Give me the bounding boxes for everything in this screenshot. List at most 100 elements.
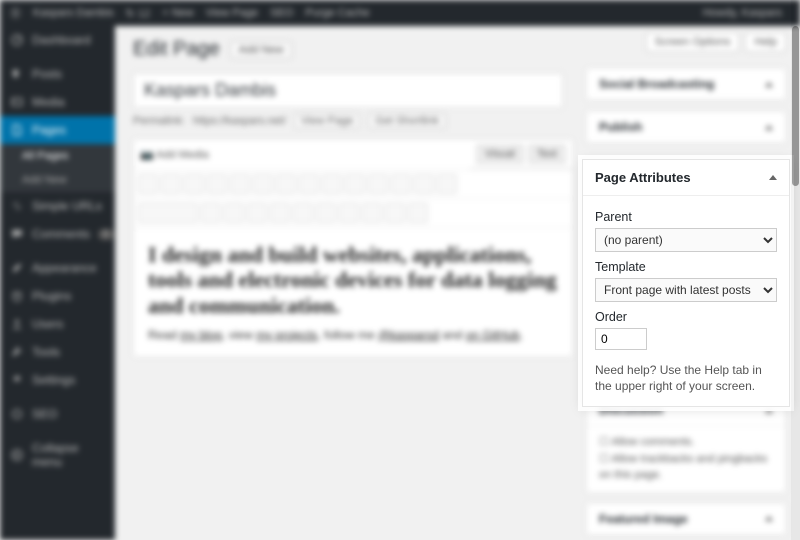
settings-icon [10,373,24,387]
toolbar-button[interactable] [207,174,227,194]
submenu-all-pages[interactable]: All Pages [0,144,115,168]
toolbar-button[interactable] [224,203,244,223]
sidebar-item-seo[interactable]: SEO [0,400,115,428]
tab-text[interactable]: Text [528,144,566,164]
purge-cache[interactable]: Purge Cache [305,7,369,19]
toolbar-button[interactable] [253,174,273,194]
allow-pingbacks-row[interactable]: ☐ Allow trackbacks and pingbacks on this… [599,451,773,484]
dashboard-icon [10,33,24,47]
order-input[interactable] [595,328,647,350]
sidebar-item-comments[interactable]: Comments 0 [0,220,115,248]
toolbar-button[interactable] [368,174,388,194]
sidebar-item-collapse[interactable]: Collapse menu [0,434,115,476]
sidebar-item-media[interactable]: Media [0,88,115,116]
parent-select[interactable]: (no parent) [595,228,777,252]
sidebar-item-appearance[interactable]: Appearance [0,254,115,282]
link-icon [10,199,24,213]
toolbar-button[interactable] [201,203,221,223]
comments-badge: 0 [98,229,114,240]
collapse-icon [10,448,24,462]
template-label: Template [595,260,777,274]
editor: 📷 Add Media Visual Text I design and bui… [133,139,573,357]
scrollbar[interactable] [791,0,800,540]
admin-sidebar: Dashboard Posts Media Pages All Pages Ad… [0,26,115,540]
sidebar-item-settings[interactable]: Settings [0,366,115,394]
site-name[interactable]: Kaspars Dambis [33,7,114,19]
sidebar-item-tools[interactable]: Tools [0,338,115,366]
toolbar-button[interactable] [339,203,359,223]
allow-comments-row[interactable]: ☐ Allow comments. [599,434,773,451]
tab-visual[interactable]: Visual [476,144,524,164]
permalink-label: Permalink: [133,115,185,127]
add-media-button[interactable]: 📷 Add Media [134,144,215,165]
toolbar-button[interactable] [230,174,250,194]
toolbar-button[interactable] [184,174,204,194]
new-content[interactable]: + New [162,7,194,19]
toolbar-button[interactable] [276,174,296,194]
howdy[interactable]: Howdy, Kaspars [703,7,790,19]
media-icon [10,95,24,109]
screen-options-tab[interactable]: Screen Options [646,32,740,52]
toolbar-button[interactable] [408,203,428,223]
sidebar-label: Simple URLs [32,199,102,213]
metabox-page-attributes: Page Attributes Parent (no parent) Templ… [582,159,790,407]
editor-toolbar-2 [134,199,572,228]
post-title-input[interactable] [133,73,563,108]
toolbar-button[interactable] [270,203,290,223]
sidebar-item-posts[interactable]: Posts [0,60,115,88]
toolbar-button[interactable] [299,174,319,194]
toolbar-button[interactable] [437,174,457,194]
page-title-text: Edit Page [133,38,220,61]
editor-body[interactable]: I design and build websites, application… [134,228,572,356]
sidebar-label: Dashboard [32,33,91,47]
sidebar-label: Collapse menu [32,441,105,469]
updates-count[interactable]: ↻ 12 [126,7,151,20]
toggle-icon[interactable] [769,175,777,180]
format-select[interactable] [138,203,198,223]
sidebar-item-plugins[interactable]: Plugins [0,282,115,310]
toolbar-button[interactable] [247,203,267,223]
submenu-add-new[interactable]: Add New [0,168,115,192]
toggle-icon[interactable] [765,82,773,87]
scrollbar-thumb[interactable] [792,26,799,186]
toolbar-button[interactable] [345,174,365,194]
sidebar-item-dashboard[interactable]: Dashboard [0,26,115,54]
toolbar-button[interactable] [414,174,434,194]
toolbar-button[interactable] [316,203,336,223]
metabox-title: Featured Image [599,512,688,526]
toolbar-button[interactable] [322,174,342,194]
user-icon [10,317,24,331]
permalink-url: https://kaspars.net/ [193,115,286,127]
toolbar-button[interactable] [362,203,382,223]
parent-label: Parent [595,210,777,224]
toolbar-button[interactable] [385,203,405,223]
page-icon [10,123,24,137]
admin-bar: ⓪ Kaspars Dambis ↻ 12 + New View Page SE… [0,0,800,26]
help-tab[interactable]: Help [745,32,786,52]
view-page-button[interactable]: View Page [294,113,360,129]
add-new-button[interactable]: Add New [230,41,293,59]
toggle-icon[interactable] [765,408,773,413]
toolbar-button[interactable] [138,174,158,194]
wp-logo[interactable]: ⓪ [10,5,21,21]
sidebar-label: Users [32,317,63,331]
help-text: Need help? Use the Help tab in the upper… [595,362,777,394]
sidebar-item-users[interactable]: Users [0,310,115,338]
sidebar-label: Comments [32,227,90,241]
template-select[interactable]: Front page with latest posts [595,278,777,302]
toggle-icon[interactable] [765,516,773,521]
toolbar-button[interactable] [161,174,181,194]
metabox-publish: Publish [586,111,786,144]
toolbar-button[interactable] [293,203,313,223]
seo-menu[interactable]: SEO [270,7,293,19]
get-shortlink-button[interactable]: Get Shortlink [368,113,446,129]
sidebar-item-simple-urls[interactable]: Simple URLs [0,192,115,220]
sidebar-item-pages[interactable]: Pages [0,116,115,144]
sidebar-label: Pages [32,123,66,137]
metabox-discussion: Discussion ☐ Allow comments. ☐ Allow tra… [586,394,786,493]
view-page[interactable]: View Page [206,7,258,19]
sidebar-label: Settings [32,373,75,387]
toolbar-button[interactable] [391,174,411,194]
sidebar-label: Posts [32,67,62,81]
toggle-icon[interactable] [765,125,773,130]
